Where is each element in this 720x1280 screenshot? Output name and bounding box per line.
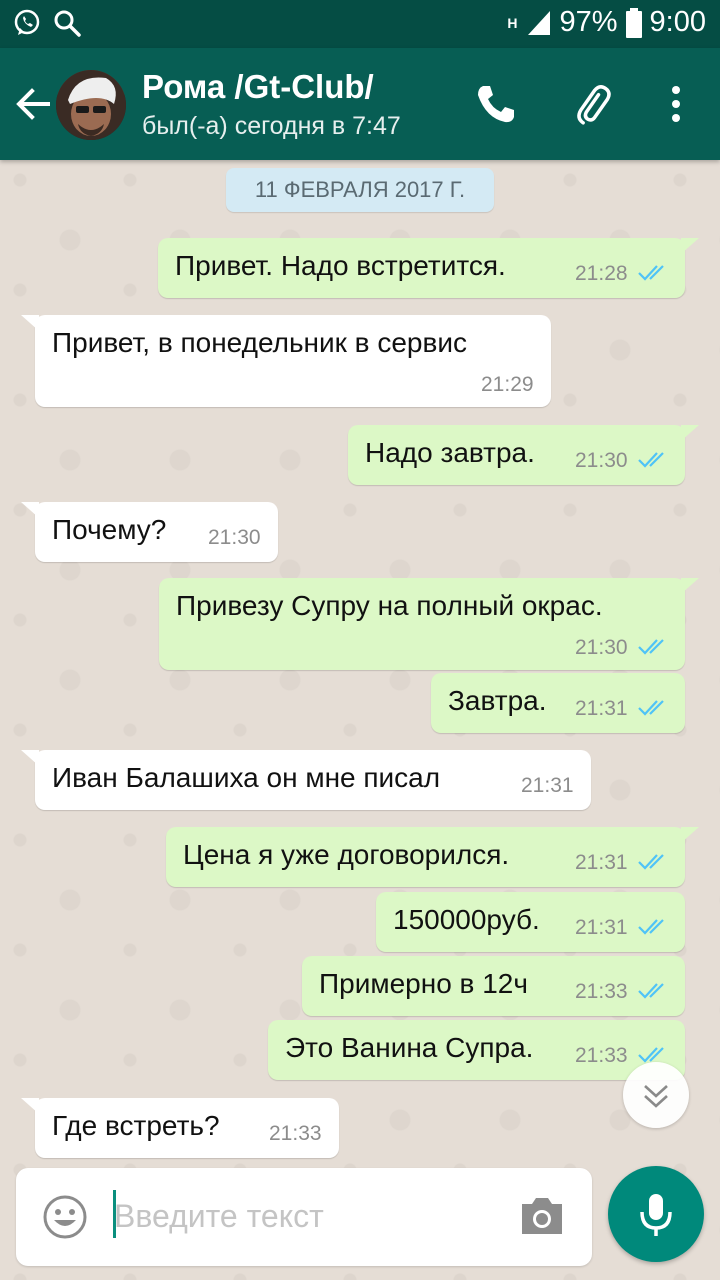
message-outgoing[interactable]: Привет. Надо встретится. 21:28 <box>158 238 699 298</box>
message-text: Завтра. <box>448 685 547 716</box>
phone-icon[interactable] <box>474 82 518 126</box>
message-time: 21:30 <box>575 449 628 472</box>
message-incoming[interactable]: Привет, в понедельник в сервис 21:29 <box>21 315 551 407</box>
message-text: Где встреть? <box>52 1110 220 1141</box>
mic-button[interactable] <box>608 1166 704 1262</box>
chat-header: Рома /Gt-Club/ был(-а) сегодня в 7:47 <box>0 48 720 160</box>
message-outgoing[interactable]: Привезу Супру на полный окрас. 21:30 <box>159 578 699 670</box>
message-incoming[interactable]: Иван Балашиха он мне писал 21:31 <box>21 750 591 810</box>
signal-icon <box>527 10 550 35</box>
message-text: 150000руб. <box>393 904 540 935</box>
clock: 9:00 <box>649 6 706 38</box>
message-outgoing[interactable]: Надо завтра. 21:30 <box>348 425 699 485</box>
battery-percent: 97% <box>559 6 618 38</box>
double-tick-icon <box>638 639 664 655</box>
status-bar: H 97% 9:00 <box>0 0 720 48</box>
emoji-icon[interactable] <box>42 1194 88 1240</box>
contact-name[interactable]: Рома /Gt-Club/ <box>142 68 374 106</box>
double-tick-icon <box>638 700 664 716</box>
message-time: 21:31 <box>521 774 574 797</box>
scroll-down-button[interactable] <box>623 1062 689 1128</box>
message-outgoing[interactable]: Завтра. 21:31 <box>431 673 685 733</box>
message-time: 21:31 <box>575 697 628 720</box>
message-text: Это Ванина Супра. <box>285 1032 534 1063</box>
search-icon <box>54 10 81 37</box>
double-tick-icon <box>638 983 664 999</box>
double-tick-icon <box>638 265 664 281</box>
message-text: Иван Балашиха он мне писал <box>52 762 441 793</box>
message-incoming[interactable]: Почему? 21:30 <box>21 502 278 562</box>
double-tick-icon <box>638 919 664 935</box>
message-time: 21:29 <box>481 373 534 396</box>
message-time: 21:31 <box>575 851 628 874</box>
message-outgoing[interactable]: Примерно в 12ч 21:33 <box>302 956 685 1016</box>
battery-icon <box>625 7 642 38</box>
whatsapp-icon <box>14 9 40 35</box>
message-text: Привезу Супру на полный окрас. <box>176 590 603 621</box>
message-incoming[interactable]: Где встреть? 21:33 <box>21 1098 339 1158</box>
message-time: 21:28 <box>575 262 628 285</box>
message-time: 21:33 <box>575 1044 628 1067</box>
double-tick-icon <box>638 854 664 870</box>
back-arrow-icon[interactable] <box>14 86 50 122</box>
paperclip-icon[interactable] <box>570 82 614 126</box>
network-type: H <box>507 14 518 31</box>
message-text: Почему? <box>52 514 167 545</box>
message-composer <box>16 1168 592 1266</box>
message-list[interactable]: 11 ФЕВРАЛЯ 2017 Г. Привет. Надо встретит… <box>0 160 720 1280</box>
message-text: Привет. Надо встретится. <box>175 250 506 281</box>
double-tick-icon <box>638 452 664 468</box>
camera-icon[interactable] <box>518 1194 566 1238</box>
message-outgoing[interactable]: Цена я уже договорился. 21:31 <box>166 827 699 887</box>
message-text: Цена я уже договорился. <box>183 839 510 870</box>
date-separator: 11 ФЕВРАЛЯ 2017 Г. <box>226 168 494 212</box>
message-text: Привет, в понедельник в сервис <box>52 327 467 358</box>
message-input[interactable] <box>114 1188 494 1244</box>
message-text: Примерно в 12ч <box>319 968 528 999</box>
message-time: 21:33 <box>269 1122 322 1145</box>
message-time: 21:31 <box>575 916 628 939</box>
message-outgoing[interactable]: 150000руб. 21:31 <box>376 892 685 952</box>
message-time: 21:30 <box>208 526 261 549</box>
message-time: 21:33 <box>575 980 628 1003</box>
more-vert-icon[interactable] <box>654 82 698 126</box>
last-seen-status[interactable]: был(-а) сегодня в 7:47 <box>142 112 401 141</box>
avatar[interactable] <box>56 70 126 140</box>
mic-icon <box>640 1194 672 1236</box>
message-time: 21:30 <box>575 636 628 659</box>
message-text: Надо завтра. <box>365 437 535 468</box>
chevron-down-icon <box>644 1085 668 1108</box>
